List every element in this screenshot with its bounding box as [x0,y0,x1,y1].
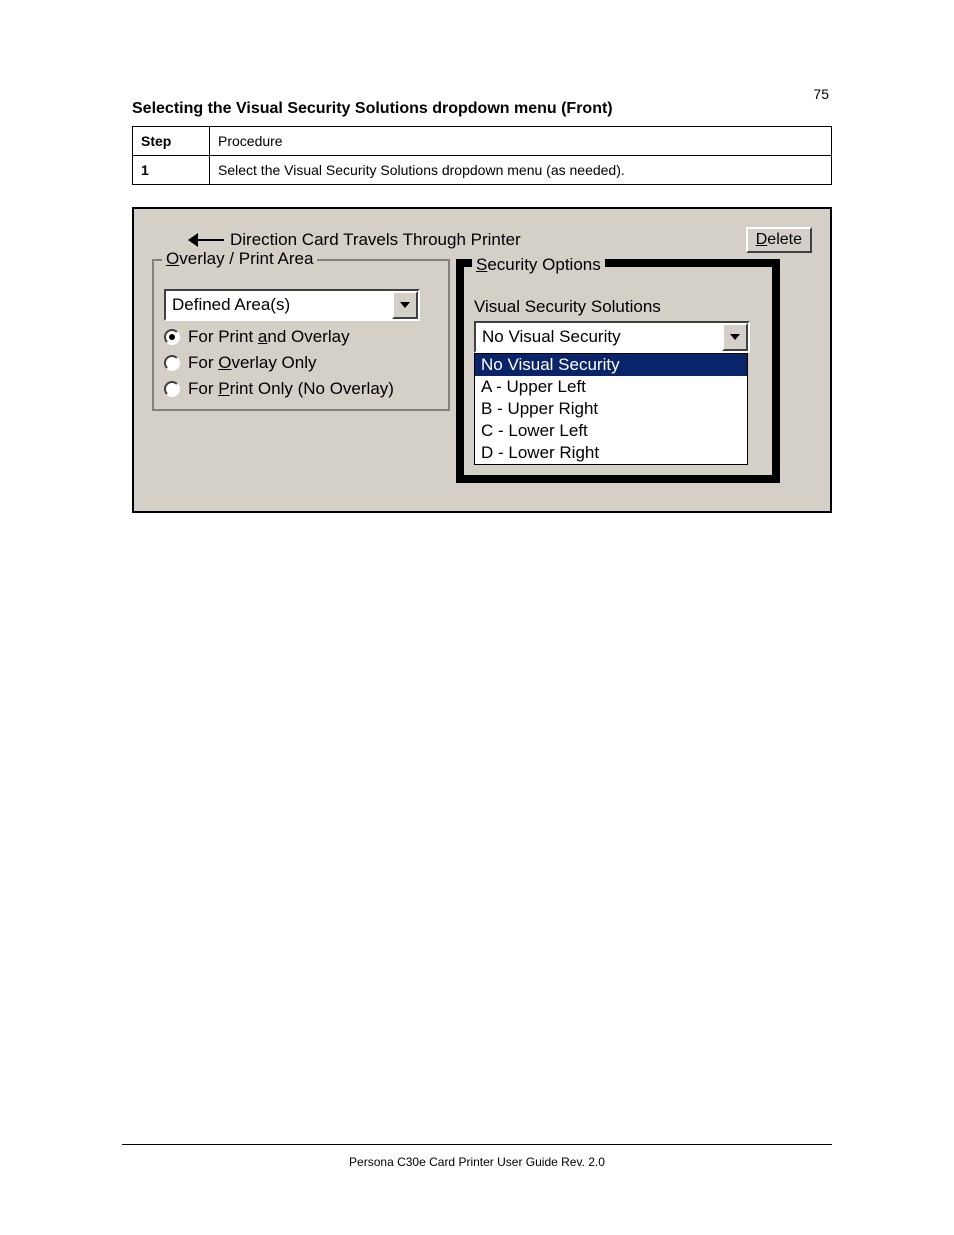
direction-label-row: Direction Card Travels Through Printer [188,230,521,250]
overlay-radio-label: For Overlay Only [188,353,317,373]
overlay-radio-2[interactable]: For Print Only (No Overlay) [164,379,438,399]
table-cell-step: 1 [133,156,210,185]
overlay-combo[interactable]: Defined Area(s) [164,289,420,321]
radio-icon [164,329,180,345]
footer-divider [122,1144,832,1145]
table-header-row: Step Procedure [133,127,832,156]
security-options-listbox[interactable]: No Visual SecurityA - Upper LeftB - Uppe… [474,353,748,465]
table-header-step: Step [133,127,210,156]
overlay-radio-1[interactable]: For Overlay Only [164,353,438,373]
footer-text: Persona C30e Card Printer User Guide Rev… [122,1155,832,1169]
table-header-procedure: Procedure [210,127,832,156]
overlay-radio-0[interactable]: For Print and Overlay [164,327,438,347]
security-option-item[interactable]: B - Upper Right [475,398,747,420]
security-option-item[interactable]: D - Lower Right [475,442,747,464]
overlay-combo-dropdown-button[interactable] [392,291,418,319]
security-option-item[interactable]: C - Lower Left [475,420,747,442]
table-row: 1 Select the Visual Security Solutions d… [133,156,832,185]
overlay-radio-label: For Print and Overlay [188,327,350,347]
section-heading: Selecting the Visual Security Solutions … [132,100,914,118]
security-combo-value: No Visual Security [476,323,722,351]
delete-button-underline: D [756,231,768,248]
delete-button[interactable]: Delete [746,227,812,253]
screenshot-panel: Direction Card Travels Through Printer D… [132,207,832,513]
direction-label: Direction Card Travels Through Printer [230,230,521,250]
table-cell-procedure: Select the Visual Security Solutions dro… [210,156,832,185]
overlay-group-legend: Overlay / Print Area [162,249,317,269]
radio-icon [164,381,180,397]
overlay-combo-value: Defined Area(s) [166,291,392,319]
radio-icon [164,355,180,371]
page-number: 75 [813,86,829,102]
security-combo-dropdown-button[interactable] [722,323,748,351]
security-options-group: Security Options Visual Security Solutio… [456,259,780,483]
overlay-print-area-group: Overlay / Print Area Defined Area(s) For… [152,259,450,411]
delete-button-rest: elete [767,231,802,248]
security-combo[interactable]: No Visual Security [474,321,750,353]
overlay-radio-label: For Print Only (No Overlay) [188,379,394,399]
security-option-item[interactable]: A - Upper Left [475,376,747,398]
chevron-down-icon [730,334,740,340]
security-group-legend: Security Options [472,255,605,275]
procedure-table: Step Procedure 1 Select the Visual Secur… [132,126,832,185]
security-option-item[interactable]: No Visual Security [475,354,747,376]
arrow-left-icon [188,230,224,250]
chevron-down-icon [400,302,410,308]
security-sublabel: Visual Security Solutions [474,297,762,317]
